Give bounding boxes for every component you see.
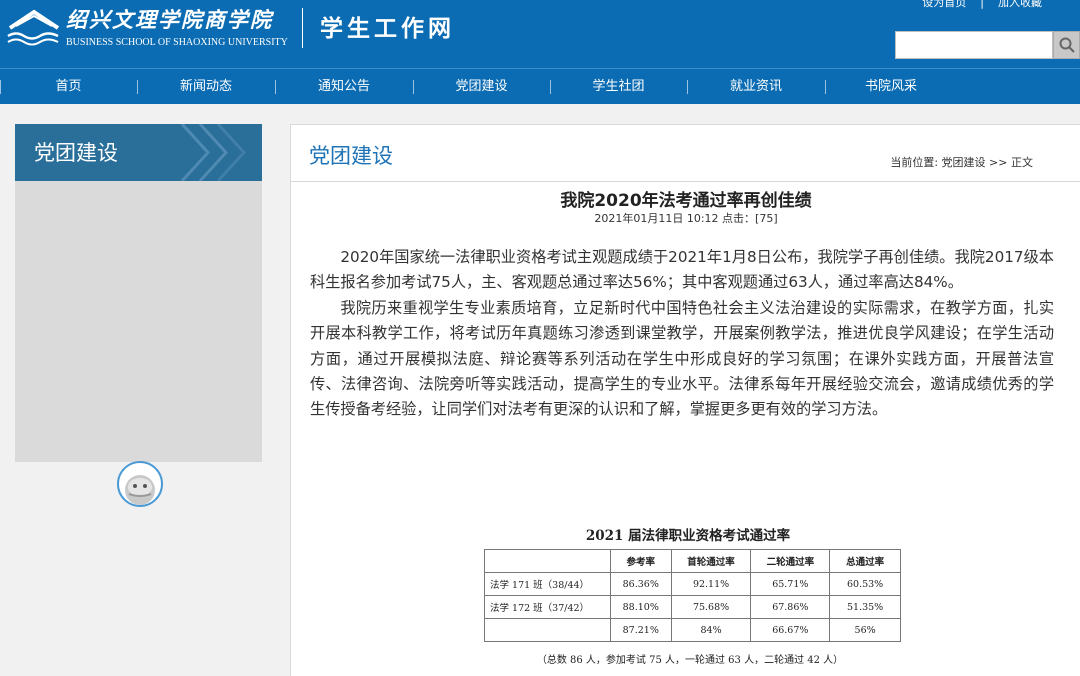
nav-item-academy[interactable]: 书院风采 <box>825 69 957 104</box>
main-content: 党团建设 当前位置: 党团建设 >> 正文 我院2020年法考通过率再创佳绩 2… <box>290 124 1080 676</box>
mascot-avatar-icon[interactable] <box>117 461 163 507</box>
table-header-cell: 总通过率 <box>829 549 901 573</box>
table-cell: 84% <box>670 618 752 642</box>
table-row: 法学 171 班（38/44） 86.36% 92.11% 65.71% 60.… <box>484 572 901 596</box>
table-row-label: 法学 171 班（38/44） <box>484 572 611 596</box>
table-caption: 2021 届法律职业资格考试通过率 <box>585 528 791 544</box>
content-header: 党团建设 当前位置: 党团建设 >> 正文 <box>291 125 1080 182</box>
table-row: 87.21% 84% 66.67% 56% <box>484 618 901 642</box>
section-title: 党团建设 <box>309 144 393 168</box>
nav-item-employment[interactable]: 就业资讯 <box>687 69 825 104</box>
site-name: 学生工作网 <box>320 16 455 42</box>
table-header-cell: 二轮通过率 <box>750 549 831 573</box>
search-button[interactable] <box>1053 31 1080 59</box>
mascot-figure <box>125 475 155 505</box>
add-favorite-link[interactable]: 加入收藏 <box>998 0 1042 10</box>
table-header-cell: 首轮通过率 <box>670 549 752 573</box>
table-header-cell: 参考率 <box>609 549 672 573</box>
table-header-cell <box>484 549 611 573</box>
school-logo-icon <box>7 9 60 46</box>
sidebar-header: 党团建设 <box>15 124 262 181</box>
table-cell: 75.68% <box>670 595 752 619</box>
article-title: 我院2020年法考通过率再创佳绩 <box>560 191 812 211</box>
article-body: 2020年国家统一法律职业资格考试主观题成绩于2021年1月8日公布，我院学子再… <box>310 245 1054 423</box>
pass-rate-table: 参考率 首轮通过率 二轮通过率 总通过率 法学 171 班（38/44） 86.… <box>484 549 901 642</box>
search-input[interactable] <box>895 31 1053 59</box>
top-links: 设为首页 | 加入收藏 <box>922 0 1042 10</box>
logo-divider <box>302 8 303 48</box>
table-note: （总数 86 人，参加考试 75 人，一轮通过 63 人，二轮通过 42 人） <box>536 655 844 666</box>
main-nav: 首页 新闻动态 通知公告 党团建设 学生社团 就业资讯 书院风采 <box>0 68 1080 104</box>
article-paragraph: 2020年国家统一法律职业资格考试主观题成绩于2021年1月8日公布，我院学子再… <box>310 248 1054 292</box>
site-header: 绍兴文理学院商学院 BUSINESS SCHOOL OF SHAOXING UN… <box>0 0 1080 68</box>
table-row-label: 法学 172 班（37/42） <box>484 595 611 619</box>
breadcrumb: 当前位置: 党团建设 >> 正文 <box>890 156 1033 169</box>
table-cell: 92.11% <box>670 572 752 596</box>
school-logo-text: 绍兴文理学院商学院 <box>66 7 273 32</box>
table-row: 法学 172 班（37/42） 88.10% 75.68% 67.86% 51.… <box>484 595 901 619</box>
table-cell: 66.67% <box>750 618 831 642</box>
sidebar-title: 党团建设 <box>34 141 118 165</box>
top-links-separator: | <box>980 0 984 9</box>
table-header-row: 参考率 首轮通过率 二轮通过率 总通过率 <box>484 549 901 573</box>
sidebar-menu <box>15 181 262 462</box>
magnifier-icon <box>1059 37 1075 53</box>
nav-item-party-league[interactable]: 党团建设 <box>413 69 550 104</box>
school-logo-subtitle: BUSINESS SCHOOL OF SHAOXING UNIVERSITY <box>66 37 288 48</box>
table-cell: 88.10% <box>609 595 672 619</box>
table-cell: 86.36% <box>609 572 672 596</box>
nav-item-home[interactable]: 首页 <box>0 69 137 104</box>
double-chevron-icon <box>180 124 247 181</box>
table-cell: 51.35% <box>829 595 901 619</box>
table-cell: 60.53% <box>829 572 901 596</box>
nav-item-student-clubs[interactable]: 学生社团 <box>550 69 687 104</box>
nav-item-news[interactable]: 新闻动态 <box>137 69 275 104</box>
table-cell: 65.71% <box>750 572 831 596</box>
table-row-label <box>484 618 611 642</box>
table-cell: 56% <box>829 618 901 642</box>
table-cell: 67.86% <box>750 595 831 619</box>
article-meta: 2021年01月11日 10:12 点击：[75] <box>594 212 778 225</box>
nav-item-notices[interactable]: 通知公告 <box>275 69 413 104</box>
article-paragraph: 我院历来重视学生专业素质培育，立足新时代中国特色社会主义法治建设的实际需求，在教… <box>310 298 1054 419</box>
table-cell: 87.21% <box>609 618 672 642</box>
set-homepage-link[interactable]: 设为首页 <box>922 0 966 10</box>
